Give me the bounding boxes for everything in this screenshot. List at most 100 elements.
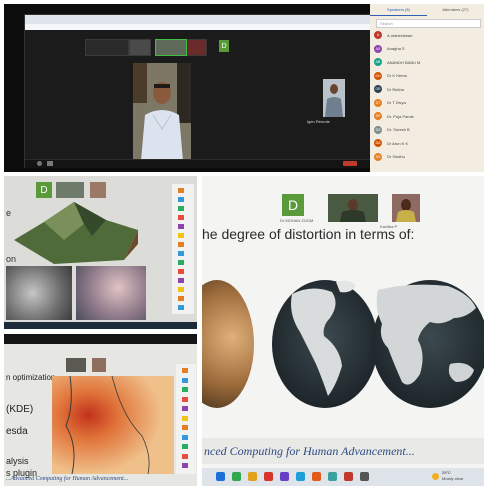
slide-text-line: esda bbox=[6, 426, 28, 437]
toolbar-tool-icon[interactable] bbox=[178, 188, 184, 193]
video-thumbnail bbox=[90, 182, 106, 198]
slide-footer: ...Advanced Computing for Human Advancem… bbox=[6, 476, 129, 482]
toolbar-tool-icon[interactable] bbox=[178, 260, 184, 265]
toolbar-tool-icon[interactable] bbox=[178, 242, 184, 247]
temperature-text: 29°C bbox=[442, 470, 451, 475]
taskbar-app-icon[interactable] bbox=[216, 472, 225, 481]
active-speaker-tile[interactable] bbox=[155, 39, 187, 56]
participants-search-input[interactable]: Search bbox=[376, 19, 481, 28]
terrain-3d-image bbox=[14, 202, 138, 264]
participant-name: Dr MOHAN ZOOM bbox=[280, 218, 314, 223]
toolbar-tool-icon[interactable] bbox=[182, 415, 188, 421]
avatar: A bbox=[374, 31, 382, 39]
participant-name: ANANDH BABU M bbox=[387, 59, 421, 65]
slide-text-line: alysis bbox=[6, 456, 29, 466]
participant-list-item[interactable]: DS Dr Sindhu bbox=[374, 152, 482, 162]
taskbar-app-icon[interactable] bbox=[360, 472, 369, 481]
participants-tab-bar: Speakers (8) Attendees (27) bbox=[370, 4, 484, 16]
mic-icon[interactable] bbox=[37, 161, 42, 166]
browser-address-bar bbox=[25, 24, 373, 30]
weather-icon bbox=[432, 473, 439, 480]
participant-list-item[interactable]: DS Dr. Suresh B bbox=[374, 125, 482, 135]
slide-text-line: n optimization bbox=[6, 373, 56, 382]
speaker-figure bbox=[340, 199, 366, 222]
avatar: AB bbox=[374, 58, 382, 66]
toolbar-tool-icon[interactable] bbox=[182, 434, 188, 440]
participant-name: Dr T Divya bbox=[387, 100, 406, 105]
taskbar-app-icon[interactable] bbox=[296, 472, 305, 481]
toolbar-tool-icon[interactable] bbox=[178, 197, 184, 202]
taskbar-app-icon[interactable] bbox=[264, 472, 273, 481]
toolbar-tool-icon[interactable] bbox=[182, 387, 188, 392]
side-toolbar bbox=[172, 184, 194, 314]
toolbar-tool-icon[interactable] bbox=[178, 224, 184, 229]
toolbar-tool-icon[interactable] bbox=[178, 251, 184, 256]
slide-footer-band: nced Computing for Human Advancement... bbox=[202, 438, 484, 464]
toolbar-tool-icon[interactable] bbox=[182, 425, 188, 430]
participant-list-item[interactable]: DT Dr T Divya bbox=[374, 98, 482, 108]
toolbar-tool-icon[interactable] bbox=[178, 269, 184, 274]
participant-tile[interactable] bbox=[85, 39, 129, 56]
avatar: DS bbox=[374, 152, 382, 161]
toolbar-tool-icon[interactable] bbox=[178, 233, 184, 238]
taskbar-app-icon[interactable] bbox=[344, 472, 353, 481]
video-thumbnail bbox=[328, 194, 378, 222]
photo-terrain-slide: D e on bbox=[4, 176, 197, 329]
slide-side-word: e bbox=[6, 208, 12, 218]
avatar: DT bbox=[374, 98, 382, 107]
toolbar-tool-icon[interactable] bbox=[178, 206, 184, 211]
world-map-projection bbox=[272, 280, 484, 408]
meeting-screen: D Igen Remote bbox=[24, 14, 374, 168]
d-tile[interactable]: D bbox=[219, 40, 229, 52]
participant-list-item[interactable]: A A.maheshwari bbox=[374, 30, 482, 40]
participant-name: Dr Sindhu bbox=[387, 154, 405, 159]
toolbar-tool-icon[interactable] bbox=[182, 377, 188, 383]
tab-speakers[interactable]: Speakers (8) bbox=[370, 4, 427, 16]
speaker-figure bbox=[325, 84, 343, 117]
video-thumbnail bbox=[92, 358, 106, 372]
toolbar-tool-icon[interactable] bbox=[182, 396, 188, 402]
taskbar-app-icon[interactable] bbox=[232, 472, 241, 481]
participant-list-item[interactable]: DP Dr. Puja Pande bbox=[374, 111, 482, 121]
taskbar-app-icon[interactable] bbox=[328, 472, 337, 481]
participant-list-item[interactable]: AB ANANDH BABU M bbox=[374, 57, 482, 67]
participant-tile[interactable] bbox=[187, 39, 207, 56]
participant-name: A.maheshwari bbox=[387, 32, 413, 38]
participant-name: Dr Rekha bbox=[387, 86, 404, 92]
slide-footer: nced Computing for Human Advancement... bbox=[204, 444, 415, 458]
participant-list-item[interactable]: DH Dr K Hema bbox=[374, 71, 482, 81]
video-icon[interactable] bbox=[47, 161, 53, 166]
participant-tile[interactable] bbox=[129, 39, 151, 56]
satellite-image bbox=[76, 266, 146, 320]
video-thumbnail bbox=[392, 194, 420, 222]
participant-list-item[interactable]: DR Dr Rekha bbox=[374, 84, 482, 94]
video-thumbnail bbox=[56, 182, 84, 198]
toolbar-tool-icon[interactable] bbox=[182, 463, 188, 468]
toolbar-tool-icon[interactable] bbox=[178, 296, 184, 301]
participant-name: Dr. Puja Pande bbox=[387, 113, 414, 119]
tab-attendees[interactable]: Attendees (27) bbox=[427, 4, 484, 16]
participant-name: Dr K Hema bbox=[387, 73, 407, 78]
d-tile[interactable]: D bbox=[36, 182, 52, 198]
toolbar-tool-icon[interactable] bbox=[182, 368, 188, 373]
toolbar-tool-icon[interactable] bbox=[182, 453, 188, 459]
avatar: DH bbox=[374, 71, 382, 80]
taskbar-app-icon[interactable] bbox=[248, 472, 257, 481]
participants-panel: Speakers (8) Attendees (27) Search A A.ma… bbox=[370, 4, 484, 172]
participant-list-item[interactable]: DA Dr Arun K K bbox=[374, 138, 482, 148]
taskbar: 29°C Mostly clear bbox=[202, 468, 484, 486]
taskbar-app-icon[interactable] bbox=[280, 472, 289, 481]
participant-name: Anagha S bbox=[387, 46, 405, 51]
toolbar-tool-icon[interactable] bbox=[182, 444, 188, 449]
kde-heatmap bbox=[52, 376, 174, 474]
toolbar-tool-icon[interactable] bbox=[178, 305, 184, 310]
satellite-image bbox=[6, 266, 72, 320]
participant-list-item[interactable]: AS Anagha S bbox=[374, 44, 482, 54]
leave-button[interactable] bbox=[343, 161, 357, 166]
toolbar-tool-icon[interactable] bbox=[178, 287, 184, 292]
toolbar-tool-icon[interactable] bbox=[178, 215, 184, 220]
toolbar-tool-icon[interactable] bbox=[178, 278, 184, 283]
toolbar-tool-icon[interactable] bbox=[182, 406, 188, 411]
taskbar-app-icon[interactable] bbox=[312, 472, 321, 481]
d-tile[interactable]: D bbox=[282, 194, 304, 216]
